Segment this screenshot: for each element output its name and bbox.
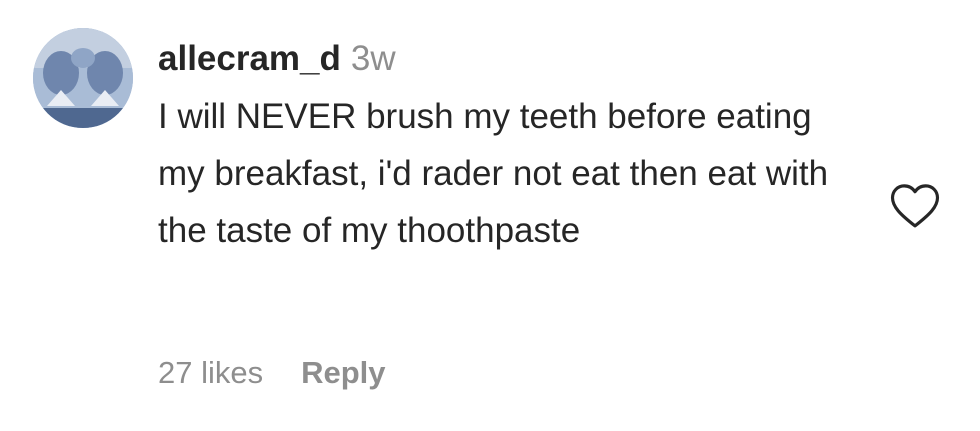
- comment-actions: 27 likes Reply: [158, 348, 386, 398]
- reply-button[interactable]: Reply: [301, 355, 385, 390]
- like-button[interactable]: [888, 180, 942, 230]
- comment-item: allecram_d 3w I will NEVER brush my teeth…: [0, 0, 980, 431]
- heart-outline-icon: [890, 184, 940, 228]
- username-link[interactable]: allecram_d: [158, 39, 341, 78]
- comment-text: I will NEVER brush my teeth before eatin…: [158, 97, 829, 250]
- avatar[interactable]: [33, 28, 133, 128]
- comment-header: allecram_d 3w: [158, 34, 858, 84]
- comment-timestamp[interactable]: 3w: [351, 39, 396, 78]
- comment-content: allecram_d 3w I will NEVER brush my teeth…: [158, 34, 858, 259]
- likes-count[interactable]: 27 likes: [158, 355, 263, 390]
- avatar-image: [33, 28, 133, 128]
